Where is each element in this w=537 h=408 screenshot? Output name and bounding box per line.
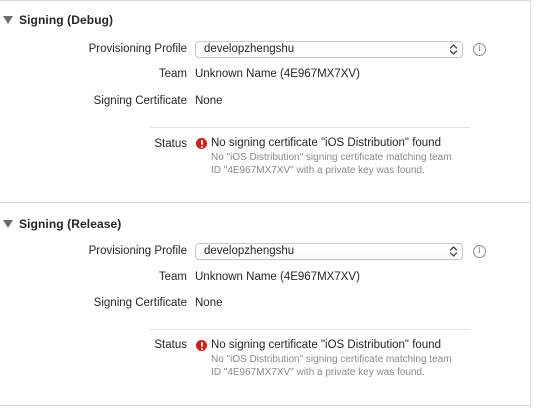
- status-detail: No "iOS Distribution" signing certificat…: [211, 152, 452, 176]
- section-title: Signing (Release): [19, 217, 122, 231]
- error-circle-icon: [196, 340, 207, 351]
- status-detail: No "iOS Distribution" signing certificat…: [211, 354, 452, 378]
- status-separator: [150, 329, 470, 330]
- status-label: Status: [154, 339, 187, 351]
- signing-certificate-value: None: [195, 95, 223, 107]
- disclosure-triangle-down-icon[interactable]: [3, 220, 13, 228]
- team-label: Team: [158, 68, 187, 80]
- popup-up-down-arrows-icon: [449, 44, 458, 55]
- provisioning-profile-value: developzhengshu: [204, 245, 295, 257]
- signing-certificate-label: Signing Certificate: [93, 95, 187, 107]
- signing-settings-pane: Signing (Debug) Provisioning Profile dev…: [0, 0, 537, 408]
- section-divider: [0, 405, 530, 406]
- signing-debug-section: Signing (Debug) Provisioning Profile dev…: [0, 0, 530, 203]
- section-divider: [0, 202, 530, 203]
- disclosure-triangle-down-icon[interactable]: [3, 16, 13, 24]
- provisioning-profile-value: developzhengshu: [204, 43, 295, 55]
- provisioning-profile-popup[interactable]: developzhengshu: [195, 41, 463, 58]
- signing-certificate-value: None: [195, 297, 223, 309]
- signing-debug-header[interactable]: Signing (Debug): [3, 13, 113, 27]
- info-icon[interactable]: i: [473, 245, 486, 258]
- error-circle-icon: [196, 138, 207, 149]
- provisioning-profile-label: Provisioning Profile: [88, 43, 187, 55]
- signing-certificate-label: Signing Certificate: [93, 297, 187, 309]
- scroll-edge: [530, 0, 531, 408]
- team-label: Team: [158, 271, 187, 283]
- section-title: Signing (Debug): [19, 13, 114, 27]
- info-icon[interactable]: i: [473, 43, 486, 56]
- status-separator: [150, 127, 470, 128]
- signing-release-header[interactable]: Signing (Release): [3, 217, 121, 231]
- team-value: Unknown Name (4E967MX7XV): [195, 271, 360, 283]
- status-headline: No signing certificate "iOS Distribution…: [211, 339, 441, 351]
- signing-release-section: Signing (Release) Provisioning Profile d…: [0, 204, 530, 408]
- provisioning-profile-label: Provisioning Profile: [88, 245, 187, 257]
- status-headline: No signing certificate "iOS Distribution…: [211, 137, 441, 149]
- team-value: Unknown Name (4E967MX7XV): [195, 68, 360, 80]
- status-label: Status: [154, 138, 187, 150]
- provisioning-profile-popup[interactable]: developzhengshu: [195, 243, 463, 260]
- popup-up-down-arrows-icon: [449, 246, 458, 257]
